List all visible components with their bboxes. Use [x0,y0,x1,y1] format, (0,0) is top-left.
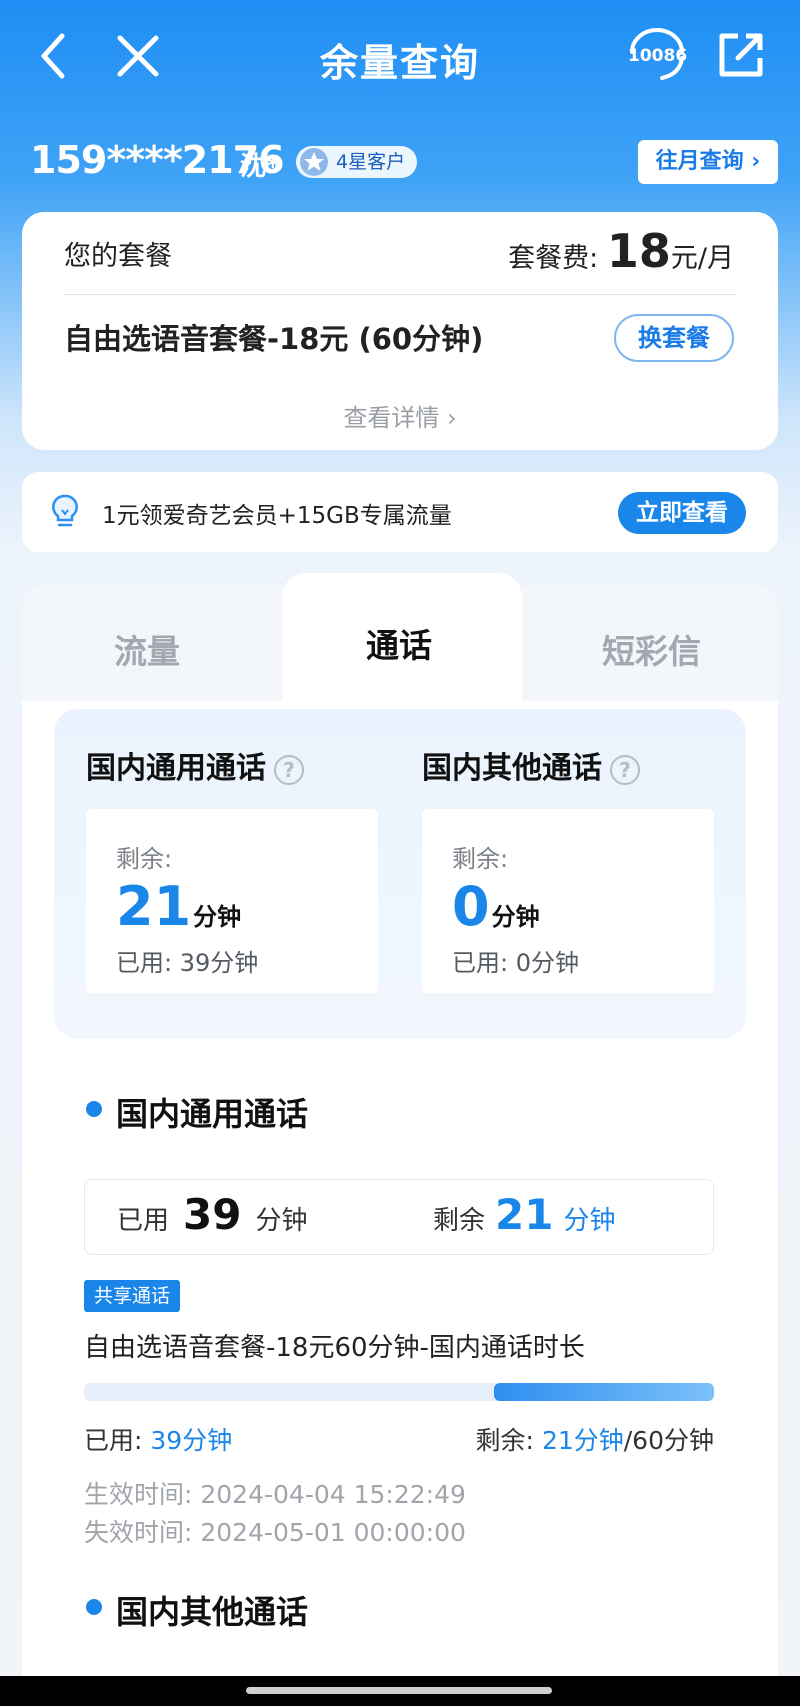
shared-calls-tag: 共享通话 [84,1280,181,1312]
remain-label: 剩余: [452,845,509,873]
section-title-general: 国内通用通话 [116,1095,309,1133]
expire-time: 失效时间: 2024-05-01 00:00:00 [84,1518,466,1547]
divider [64,294,736,295]
fee-amount: 18 [606,224,671,278]
effective-time: 生效时间: 2024-04-04 15:22:49 [84,1480,466,1509]
promo-text: 1元领爱奇艺会员+15GB专属流量 [102,503,452,529]
customer-service-button[interactable]: 10086 [622,28,692,88]
usage-used-label: 已用: [84,1426,143,1455]
home-indicator[interactable] [246,1687,552,1694]
section-title-other: 国内其他通话 [116,1593,309,1631]
stat-used-value: 39 [183,1190,242,1239]
remain-number: 21 [116,875,192,938]
promo-banner[interactable]: 1元领爱奇艺会员+15GB专属流量 立即查看 [22,472,778,552]
usage-remain: 剩余: 21分钟/60分钟 [476,1421,714,1457]
summary-other: 国内其他通话? 剩余: 0分钟 已用: 0分钟 [422,709,722,1039]
customer-level-label: 4星客户 [336,151,406,173]
tab-sms[interactable]: 短彩信 [602,625,701,673]
stat-remain-unit: 分钟 [563,1206,616,1236]
progress-fill [493,1383,714,1401]
view-now-button[interactable]: 立即查看 [618,492,746,534]
usage-panel: 流量 通话 短彩信 国内通用通话? 剩余: 21分钟 已用: 39分钟 国内其他 [22,573,778,1706]
remain-number: 0 [452,875,490,938]
change-plan-button[interactable]: 换套餐 [614,314,734,362]
remain-unit: 分钟 [193,903,242,931]
stat-remain-value: 21 [495,1190,554,1239]
question-icon[interactable]: ? [610,754,640,785]
lightbulb-icon [52,494,78,527]
remain-value: 0分钟 [452,875,540,938]
top-bar: 余量查询 10086 [0,0,800,120]
user-name: 沈* [240,152,280,182]
fee-unit: 元/月 [670,243,734,274]
stat-used: 已用 39 分钟 [117,1190,307,1239]
tab-data[interactable]: 流量 [114,625,180,673]
service-number: 10086 [628,46,688,66]
usage-stats: 已用 39 分钟 剩余 21 分钟 [84,1179,714,1255]
stat-remain-label: 剩余 [433,1206,486,1236]
stat-used-unit: 分钟 [255,1206,308,1236]
fee-prefix: 套餐费: [508,243,599,274]
stat-remain: 剩余 21 分钟 [433,1190,615,1239]
usage-total: /60分钟 [623,1426,714,1455]
usage-remain-value: 21分钟 [541,1426,624,1455]
question-icon[interactable]: ? [274,754,304,785]
plan-fee: 套餐费: 18元/月 [508,224,734,278]
used-text: 已用: 0分钟 [452,949,579,977]
remain-unit: 分钟 [491,903,540,931]
summary-general-title-text: 国内通用通话 [86,751,266,786]
star-icon [300,148,328,176]
tab-calls[interactable]: 通话 [366,619,432,667]
share-icon [719,33,763,77]
remain-label: 剩余: [116,845,173,873]
remain-value: 21分钟 [116,875,241,938]
customer-level-badge: 4星客户 [296,146,418,178]
user-info-row: 159****2176 沈* 4星客户 往月查询 › [30,134,780,190]
usage-row: 已用: 39分钟 剩余: 21分钟/60分钟 [84,1421,714,1457]
summary-general: 国内通用通话? 剩余: 21分钟 已用: 39分钟 [86,709,386,1039]
summary-other-title: 国内其他通话? [422,743,640,787]
view-details-link[interactable]: 查看详情 › [22,398,778,433]
usage-used-value: 39分钟 [150,1426,233,1455]
used-text: 已用: 39分钟 [116,949,259,977]
section-dot [86,1101,102,1117]
history-query-button[interactable]: 往月查询 › [638,140,778,184]
summary-other-box: 剩余: 0分钟 已用: 0分钟 [422,809,714,993]
plan-card: 您的套餐 套餐费: 18元/月 自由选语音套餐-18元 (60分钟) 换套餐 查… [22,212,778,450]
plan-name: 自由选语音套餐-18元 (60分钟) [64,322,484,356]
package-item-name: 自由选语音套餐-18元60分钟-国内通话时长 [84,1333,585,1363]
tab-bar: 流量 通话 短彩信 [22,573,778,701]
usage-remain-label: 剩余: [475,1426,534,1455]
summary-general-box: 剩余: 21分钟 已用: 39分钟 [86,809,378,993]
share-button[interactable] [716,30,766,80]
section-dot [86,1599,102,1615]
usage-progress-bar [84,1383,714,1401]
calls-content: 国内通用通话? 剩余: 21分钟 已用: 39分钟 国内其他通话? 剩余: 0分… [22,701,778,1706]
stat-used-label: 已用 [117,1206,170,1236]
plan-label: 您的套餐 [64,241,172,272]
calls-summary: 国内通用通话? 剩余: 21分钟 已用: 39分钟 国内其他通话? 剩余: 0分… [54,709,746,1039]
summary-other-title-text: 国内其他通话 [422,751,602,786]
summary-general-title: 国内通用通话? [86,743,304,787]
